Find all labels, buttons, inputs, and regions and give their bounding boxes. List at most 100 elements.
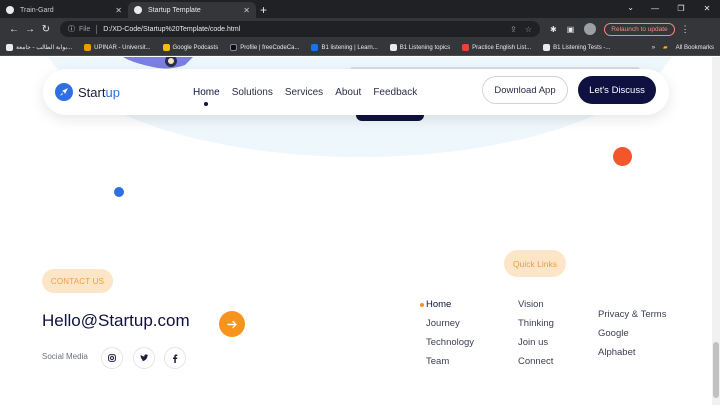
footer-link-team[interactable]: Team	[426, 356, 474, 375]
footer-link-label: Home	[426, 299, 452, 310]
facebook-icon	[173, 354, 178, 363]
nav-link-solutions[interactable]: Solutions	[232, 87, 273, 98]
footer-link-technology[interactable]: Technology	[426, 337, 474, 356]
bookmark-label: UPINAR - Universit...	[94, 44, 151, 51]
bookmark-favicon-icon	[389, 44, 397, 51]
footer-link-privacy-terms[interactable]: Privacy & Terms	[598, 309, 666, 328]
bookmarks-overflow-icon[interactable]: »	[652, 45, 655, 51]
new-tab-icon[interactable]: +	[260, 2, 267, 18]
rocket-icon	[55, 83, 73, 101]
contact-email[interactable]: Hello@Startup.com	[42, 311, 190, 331]
twitter-button[interactable]	[133, 347, 155, 369]
tab-favicon-icon	[6, 6, 14, 14]
info-icon[interactable]: ⓘ	[68, 24, 75, 34]
footer-link-home[interactable]: Home	[420, 299, 474, 318]
instagram-icon	[108, 354, 116, 362]
footer-link-google[interactable]: Google	[598, 328, 666, 347]
quick-links-badge: Quick Links	[504, 250, 566, 277]
side-panel-icon[interactable]: ▣	[567, 25, 575, 34]
site-logo[interactable]: Startup	[55, 83, 120, 101]
address-bar[interactable]: ⓘ File D:/XD-Code/Startup%20Template/cod…	[60, 21, 540, 37]
tab-search-icon[interactable]: ⌄	[627, 3, 634, 12]
nav-link-about[interactable]: About	[335, 87, 361, 98]
all-bookmarks-folder-icon[interactable]: ▰	[663, 44, 668, 51]
browser-tab-2[interactable]: Startup Template ✕	[128, 2, 256, 18]
window-controls: — ❐ ✕	[642, 0, 720, 18]
minimize-icon[interactable]: —	[642, 0, 668, 18]
bookmark-label: Profile | freeCodeCa...	[240, 44, 300, 51]
back-icon[interactable]: ←	[6, 24, 22, 35]
logo-text: Startup	[78, 85, 120, 100]
bookmark-favicon-icon	[84, 44, 92, 51]
bookmark-favicon-icon	[230, 44, 238, 51]
window-close-icon[interactable]: ✕	[694, 0, 720, 18]
bookmark-label: B1 listening | Learn...	[321, 44, 378, 51]
twitter-icon	[140, 354, 149, 362]
browser-tab-bar: Train-Gard ✕ Startup Template ✕ + ⌄ — ❐ …	[0, 0, 720, 18]
decorative-dot	[114, 187, 124, 197]
maximize-icon[interactable]: ❐	[668, 0, 694, 18]
main-navbar: Startup Home Solutions Services About Fe…	[43, 69, 669, 115]
all-bookmarks-link[interactable]: All Bookmarks	[676, 45, 714, 51]
bookmark-item[interactable]: Profile | freeCodeCa...	[230, 44, 299, 51]
footer-link-journey[interactable]: Journey	[426, 318, 474, 337]
bookmark-item[interactable]: B1 Listening topics	[389, 44, 451, 51]
relaunch-button[interactable]: Relaunch to update	[604, 22, 675, 36]
logo-text-accent: up	[105, 84, 120, 100]
address-scheme-label: File	[79, 25, 91, 33]
nav-link-services[interactable]: Services	[285, 87, 323, 98]
bookmark-item[interactable]: B1 listening | Learn...	[311, 44, 378, 51]
email-arrow-button[interactable]	[219, 311, 245, 337]
bookmark-label: B1 Listening topics	[399, 44, 451, 51]
share-icon[interactable]: ⇪	[510, 25, 517, 34]
bookmark-star-icon[interactable]: ☆	[525, 25, 532, 34]
instagram-button[interactable]	[101, 347, 123, 369]
address-url[interactable]: D:/XD-Code/Startup%20Template/code.html	[103, 26, 240, 33]
footer-link-vision[interactable]: Vision	[518, 299, 554, 318]
browser-tab-1[interactable]: Train-Gard ✕	[0, 2, 128, 18]
reload-icon[interactable]: ↻	[38, 24, 54, 35]
contact-us-badge: CONTACT US	[42, 269, 113, 293]
footer-links-col-1: Home Journey Technology Team	[420, 299, 474, 375]
bookmarks-bar: بوابة الطالب - جامعة... UPINAR - Univers…	[0, 40, 720, 56]
footer-links-col-3: Privacy & Terms Google Alphabet	[598, 309, 666, 366]
footer-link-thinking[interactable]: Thinking	[518, 318, 554, 337]
page-scrollbar[interactable]	[712, 57, 720, 405]
nav-links: Home Solutions Services About Feedback	[193, 87, 417, 106]
bookmark-label: Google Podcasts	[172, 44, 219, 51]
scrollbar-thumb[interactable]	[713, 342, 719, 398]
lets-discuss-button[interactable]: Let's Discuss	[578, 76, 656, 104]
extensions-icon[interactable]: ✱	[550, 25, 557, 34]
profile-avatar[interactable]	[584, 23, 597, 35]
bookmark-favicon-icon	[462, 44, 470, 51]
active-bullet	[420, 303, 424, 307]
close-tab-icon[interactable]: ✕	[243, 6, 250, 15]
tab-title: Startup Template	[148, 6, 201, 14]
footer-links-col-2: Vision Thinking Join us Connect	[518, 299, 554, 375]
menu-icon[interactable]: ⋮	[681, 24, 690, 35]
bookmark-item[interactable]: بوابة الطالب - جامعة...	[6, 44, 72, 51]
browser-toolbar: ← → ↻ ⓘ File D:/XD-Code/Startup%20Templa…	[0, 18, 720, 40]
page-viewport: Startup Home Solutions Services About Fe…	[0, 57, 712, 405]
bookmark-item[interactable]: Google Podcasts	[162, 44, 219, 51]
footer-link-alphabet[interactable]: Alphabet	[598, 347, 666, 366]
bookmark-favicon-icon	[311, 44, 319, 51]
facebook-button[interactable]	[164, 347, 186, 369]
arrow-right-icon	[226, 320, 237, 328]
bookmark-favicon-icon	[162, 44, 170, 51]
nav-link-home[interactable]: Home	[193, 87, 220, 106]
social-media-label: Social Media	[42, 352, 88, 361]
tab-title: Train-Gard	[20, 6, 54, 14]
nav-link-feedback[interactable]: Feedback	[373, 87, 417, 98]
bookmark-label: بوابة الطالب - جامعة...	[16, 45, 73, 51]
footer-link-join-us[interactable]: Join us	[518, 337, 554, 356]
decorative-dot	[613, 147, 632, 166]
bookmark-item[interactable]: UPINAR - Universit...	[84, 44, 151, 51]
close-tab-icon[interactable]: ✕	[115, 6, 122, 15]
bookmark-item[interactable]: B1 Listening Tests -...	[543, 44, 610, 51]
footer-link-connect[interactable]: Connect	[518, 356, 554, 375]
bookmark-label: B1 Listening Tests -...	[553, 44, 611, 51]
download-app-button[interactable]: Download App	[482, 76, 568, 104]
forward-icon[interactable]: →	[22, 24, 38, 35]
bookmark-item[interactable]: Practice English List...	[462, 44, 531, 51]
